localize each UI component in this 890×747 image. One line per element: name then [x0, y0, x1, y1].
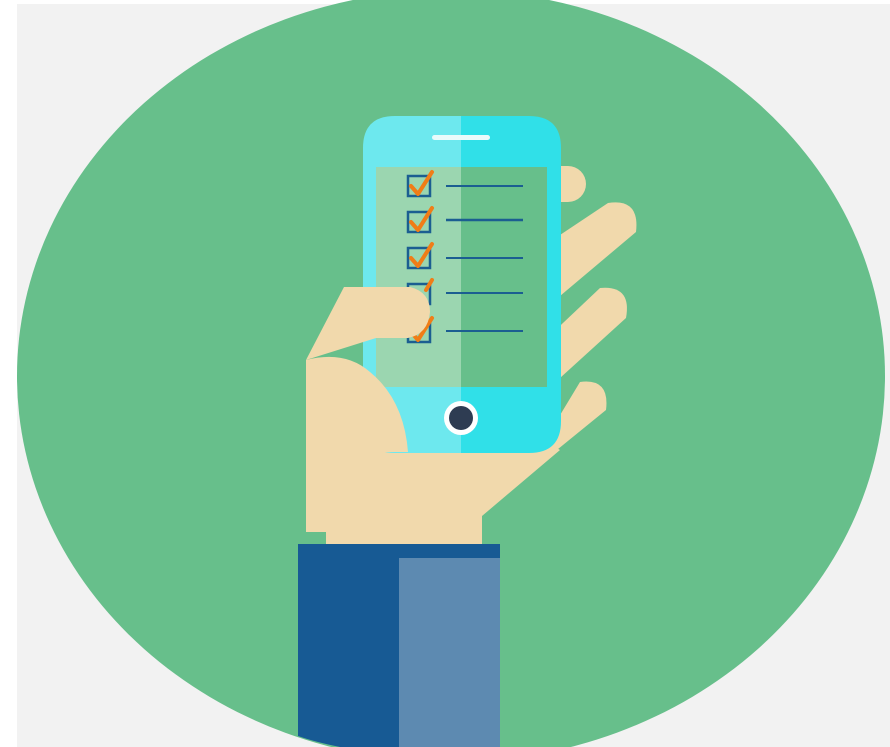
illustration-canvas [0, 0, 890, 747]
sleeve [298, 544, 500, 747]
speaker-slot [432, 135, 490, 140]
screen-left [376, 167, 461, 387]
home-button [449, 406, 473, 430]
screen-right [461, 167, 547, 387]
sleeve-light [399, 558, 500, 747]
hand-phone-illustration [0, 0, 890, 747]
